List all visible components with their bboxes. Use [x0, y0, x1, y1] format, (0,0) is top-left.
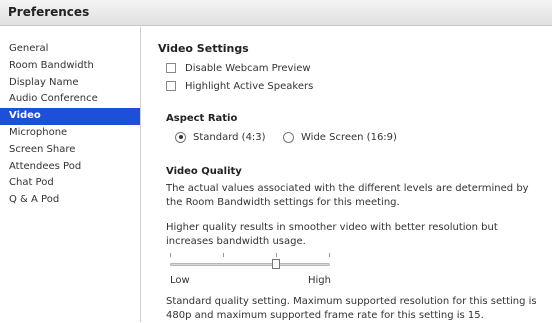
sidebar-item-room-bandwidth[interactable]: Room Bandwidth	[0, 58, 140, 75]
sidebar-item-attendees-pod[interactable]: Attendees Pod	[0, 159, 140, 176]
video-quality-status: Standard quality setting. Maximum suppor…	[166, 296, 537, 321]
slider-tick	[223, 253, 224, 257]
sidebar-item-display-name[interactable]: Display Name	[0, 75, 140, 92]
sidebar-item-qa-pod[interactable]: Q & A Pod	[0, 192, 140, 209]
slider-tick	[170, 253, 171, 257]
slider-track[interactable]	[170, 263, 330, 266]
video-quality-slider[interactable]	[170, 253, 330, 273]
video-quality-heading: Video Quality	[166, 166, 242, 177]
aspect-standard-radio[interactable]: Standard (4:3)	[175, 130, 266, 144]
disable-webcam-preview-checkbox[interactable]: Disable Webcam Preview	[166, 61, 311, 75]
radio-selected-icon[interactable]	[175, 131, 186, 143]
slider-tick	[329, 253, 330, 257]
aspect-widescreen-radio[interactable]: Wide Screen (16:9)	[283, 130, 397, 144]
slider-thumb[interactable]	[272, 259, 280, 269]
sidebar-item-audio-conference[interactable]: Audio Conference	[0, 91, 140, 108]
checkbox-box[interactable]	[166, 81, 176, 91]
sidebar: General Room Bandwidth Display Name Audi…	[0, 27, 141, 322]
slider-low-label: Low	[170, 275, 190, 286]
video-settings-heading: Video Settings	[158, 42, 249, 55]
highlight-active-speakers-checkbox[interactable]: Highlight Active Speakers	[166, 79, 313, 93]
disable-webcam-preview-label: Disable Webcam Preview	[185, 62, 311, 74]
window-title: Preferences	[8, 5, 90, 19]
radio-unselected-icon[interactable]	[283, 131, 294, 143]
video-settings-panel: Video Settings Disable Webcam Preview Hi…	[158, 27, 544, 322]
sidebar-item-general[interactable]: General	[0, 41, 140, 58]
aspect-ratio-heading: Aspect Ratio	[166, 113, 238, 124]
slider-high-label: High	[308, 275, 331, 286]
sidebar-item-microphone[interactable]: Microphone	[0, 125, 140, 142]
checkbox-box[interactable]	[166, 63, 176, 73]
sidebar-item-video[interactable]: Video	[0, 108, 140, 125]
sidebar-item-screen-share[interactable]: Screen Share	[0, 142, 140, 159]
title-bar: Preferences	[0, 0, 552, 26]
slider-tick	[276, 253, 277, 257]
aspect-widescreen-label: Wide Screen (16:9)	[301, 131, 397, 143]
sidebar-item-chat-pod[interactable]: Chat Pod	[0, 175, 140, 192]
aspect-standard-label: Standard (4:3)	[193, 131, 266, 143]
video-quality-bandwidth-note: Higher quality results in smoother video…	[166, 222, 498, 247]
highlight-active-speakers-label: Highlight Active Speakers	[185, 80, 314, 92]
video-quality-description: The actual values associated with the di…	[166, 183, 529, 208]
